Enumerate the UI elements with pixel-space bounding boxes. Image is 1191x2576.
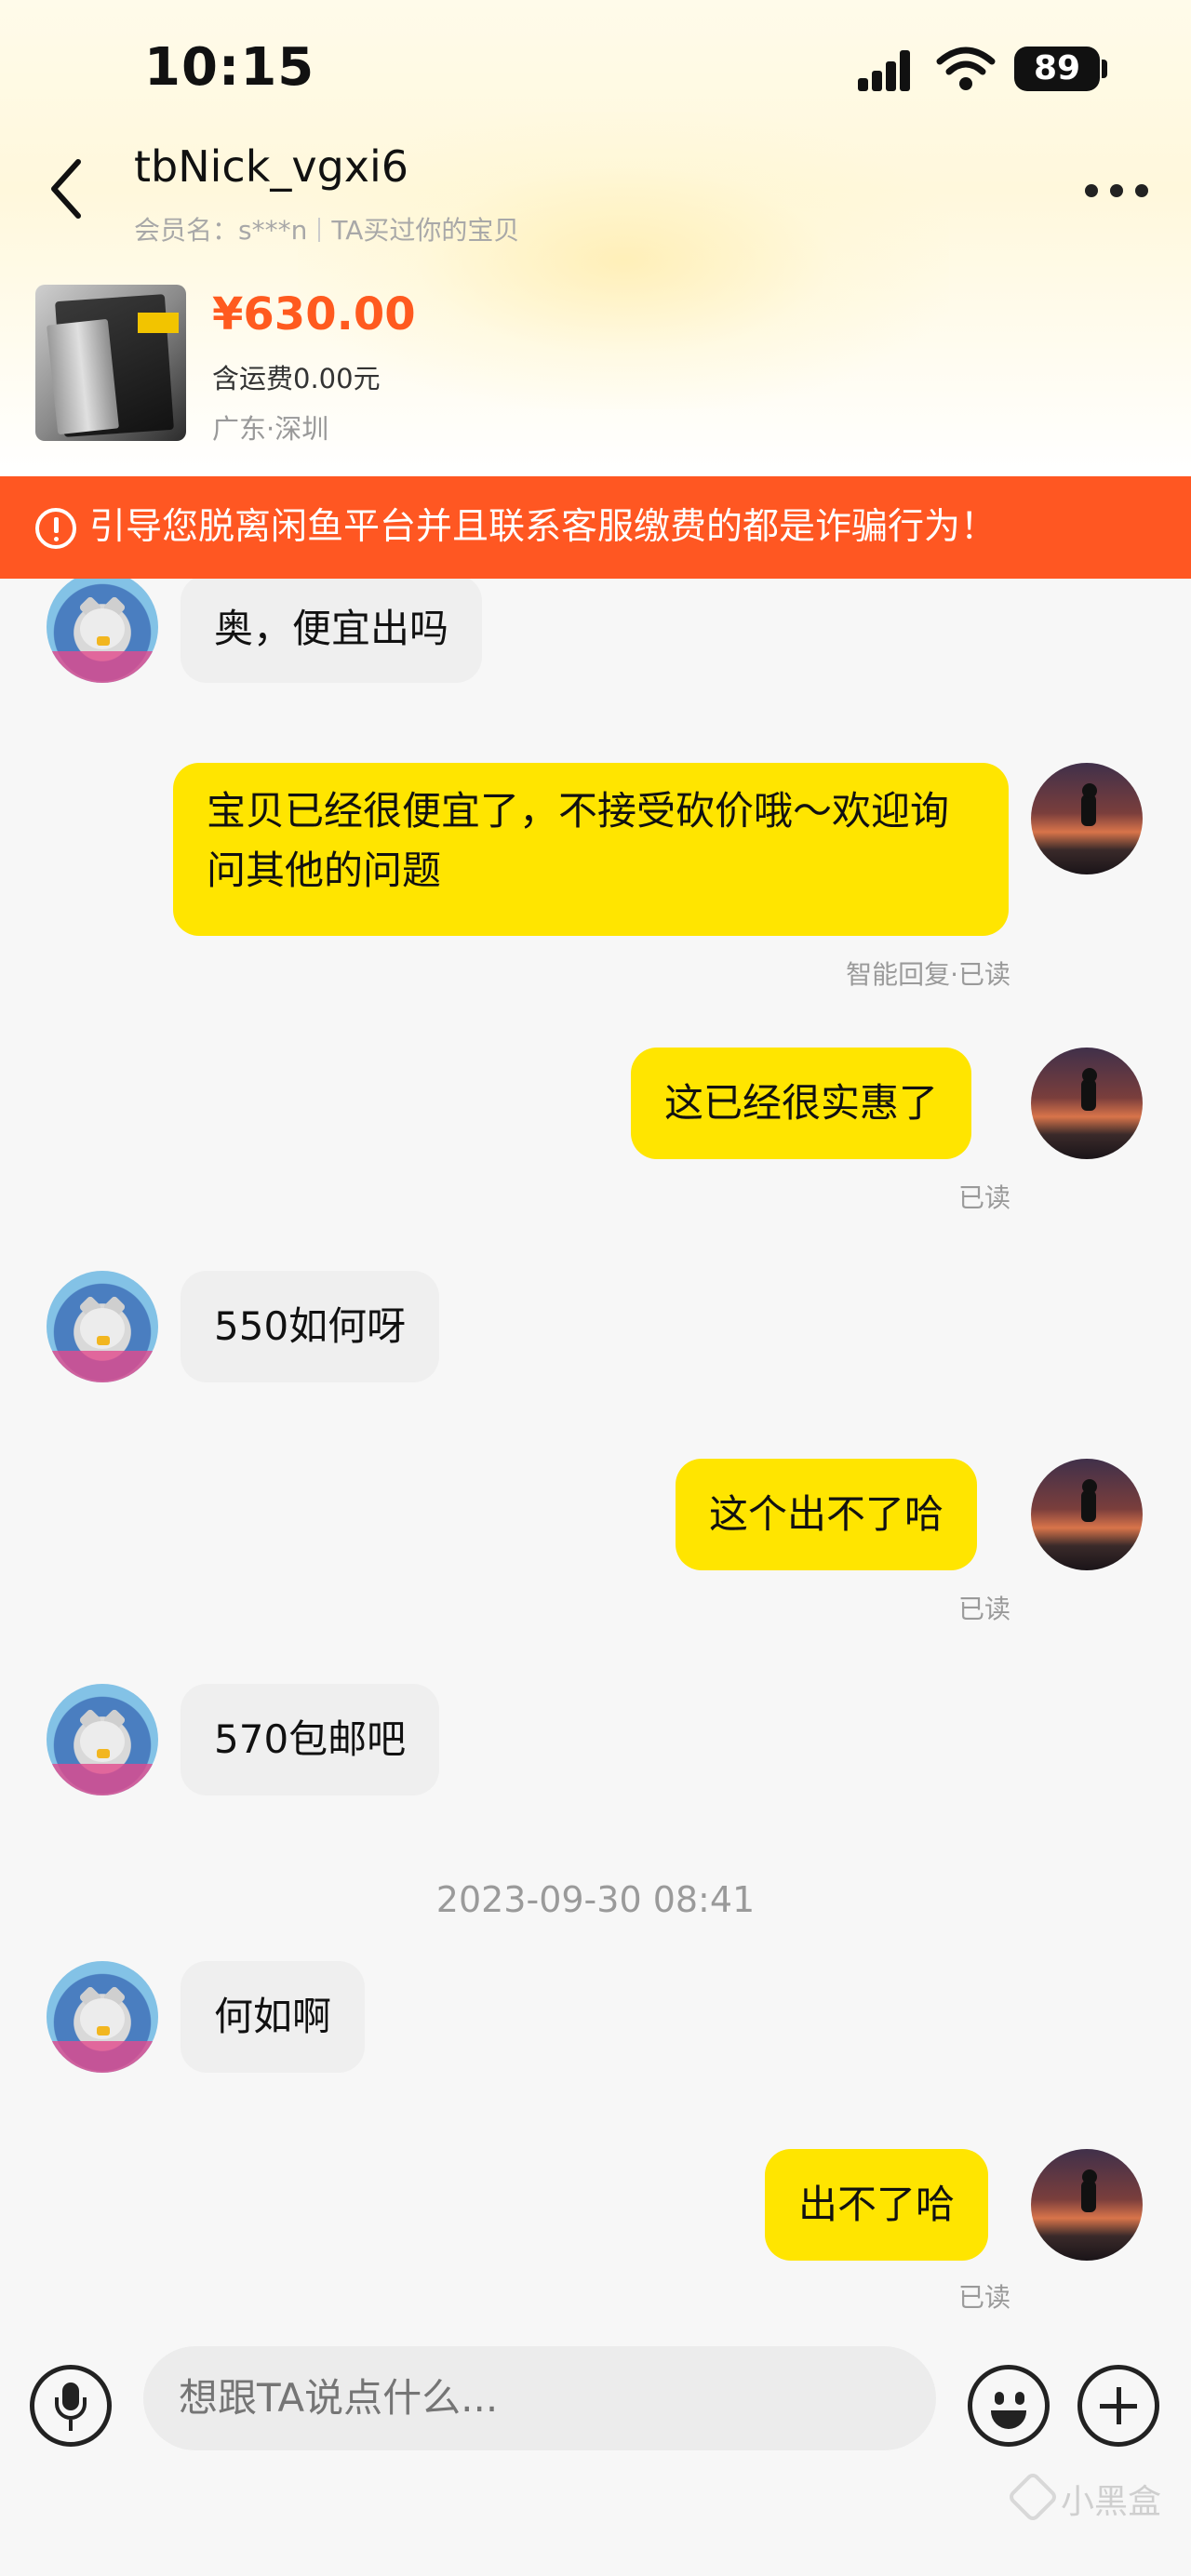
- warning-icon: [35, 508, 76, 549]
- read-status: 已读: [957, 2282, 1010, 2313]
- item-thumbnail[interactable]: [35, 285, 186, 441]
- wifi-icon: [936, 47, 996, 90]
- my-avatar[interactable]: [1031, 1459, 1143, 1570]
- chat-header: 10:15 89 tbNick_vgxi6 会员名：s***n TA买过你的宝贝 …: [0, 0, 1191, 476]
- member-name: 会员名：s***n: [134, 215, 308, 246]
- item-location: 广东·深圳: [212, 413, 329, 445]
- battery-icon: 89: [1014, 47, 1100, 91]
- contact-subline: 会员名：s***n TA买过你的宝贝: [134, 210, 519, 247]
- back-arrow-icon[interactable]: [47, 156, 87, 221]
- outgoing-message[interactable]: 这个出不了哈: [676, 1459, 978, 1570]
- emoji-icon[interactable]: [968, 2365, 1050, 2447]
- contact-avatar[interactable]: [47, 1271, 158, 1382]
- message-list[interactable]: 奥，便宜出吗 宝贝已经很便宜了，不接受砍价哦～欢迎询问其他的问题 智能回复·已读…: [0, 579, 1191, 2328]
- divider: [318, 218, 321, 242]
- warning-text: 引导您脱离闲鱼平台并且联系客服缴费的都是诈骗行为！: [89, 506, 997, 548]
- message-timestamp: 2023-09-30 08:41: [435, 1879, 756, 1920]
- contact-avatar[interactable]: [47, 1684, 158, 1795]
- item-price[interactable]: ¥630.00: [212, 288, 416, 340]
- purchase-relation: TA买过你的宝贝: [331, 215, 520, 246]
- outgoing-message[interactable]: 出不了哈: [765, 2149, 989, 2261]
- contact-avatar[interactable]: [47, 579, 158, 683]
- add-attachment-plus-icon[interactable]: [1077, 2365, 1159, 2447]
- fraud-warning-banner: 引导您脱离闲鱼平台并且联系客服缴费的都是诈骗行为！: [0, 476, 1191, 579]
- battery-cap: [1102, 60, 1107, 78]
- incoming-message[interactable]: 570包邮吧: [181, 1684, 440, 1795]
- read-status: 智能回复·已读: [846, 959, 1010, 990]
- my-avatar[interactable]: [1031, 2149, 1143, 2261]
- incoming-message[interactable]: 奥，便宜出吗: [181, 579, 483, 683]
- watermark-text: 小黑盒: [1061, 2483, 1162, 2521]
- message-input[interactable]: [143, 2346, 936, 2450]
- read-status: 已读: [957, 1182, 1010, 1213]
- read-status: 已读: [957, 1594, 1010, 1624]
- incoming-message[interactable]: 何如啊: [181, 1961, 366, 2073]
- my-avatar[interactable]: [1031, 1048, 1143, 1159]
- contact-avatar[interactable]: [47, 1961, 158, 2073]
- voice-input-mic-icon[interactable]: [30, 2365, 112, 2447]
- incoming-message[interactable]: 550如何呀: [181, 1271, 440, 1382]
- product-image: [47, 318, 119, 435]
- status-time: 10:15: [144, 37, 315, 98]
- product-tag: [138, 313, 179, 333]
- more-options-icon[interactable]: [1085, 184, 1150, 197]
- contact-nickname[interactable]: tbNick_vgxi6: [134, 141, 408, 192]
- my-avatar[interactable]: [1031, 763, 1143, 874]
- message-input-bar: [0, 2328, 1191, 2576]
- cellular-signal-icon: [858, 48, 917, 91]
- outgoing-message[interactable]: 这已经很实惠了: [631, 1048, 972, 1159]
- outgoing-message[interactable]: 宝贝已经很便宜了，不接受砍价哦～欢迎询问其他的问题: [173, 763, 1009, 936]
- status-bar: 10:15 89: [0, 0, 1191, 140]
- item-shipping: 含运费0.00元: [212, 363, 381, 394]
